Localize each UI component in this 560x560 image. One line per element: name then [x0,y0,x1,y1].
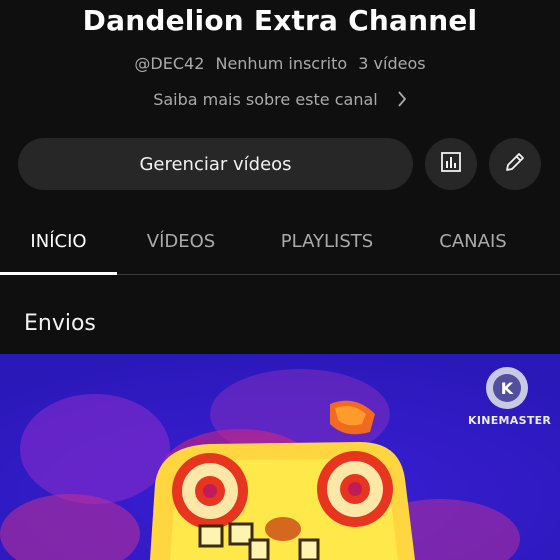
manage-videos-button[interactable]: Gerenciar vídeos [18,138,413,190]
channel-tabs: INÍCIO VÍDEOS PLAYLISTS CANAIS [0,216,560,275]
tab-inicio[interactable]: INÍCIO [0,216,117,275]
tab-playlists[interactable]: PLAYLISTS [262,216,392,274]
channel-meta: @DEC42 Nenhum inscrito 3 vídeos [0,54,560,73]
video-count: 3 vídeos [358,54,426,73]
video-thumbnail[interactable]: K [0,354,560,560]
thumbnail-image [0,354,560,560]
about-channel-link[interactable]: Saiba mais sobre este canal [0,90,560,111]
subscriber-count: Nenhum inscrito [215,54,348,73]
channel-handle: @DEC42 [134,54,205,73]
about-channel-label: Saiba mais sobre este canal [153,90,378,109]
channel-name: Dandelion Extra Channel [82,4,478,37]
analytics-button[interactable] [425,138,477,190]
edit-channel-button[interactable] [489,138,541,190]
svg-text:K: K [501,379,514,398]
kinemaster-logo-icon: K [486,367,528,409]
uploads-section-title: Envios [24,311,96,336]
tab-canais[interactable]: CANAIS [420,216,526,274]
tab-videos[interactable]: VÍDEOS [124,216,238,274]
kinemaster-watermark-label: KINEMASTER [468,414,552,427]
chevron-right-icon [397,90,407,111]
pencil-icon [503,150,527,178]
bar-chart-icon [439,150,463,178]
